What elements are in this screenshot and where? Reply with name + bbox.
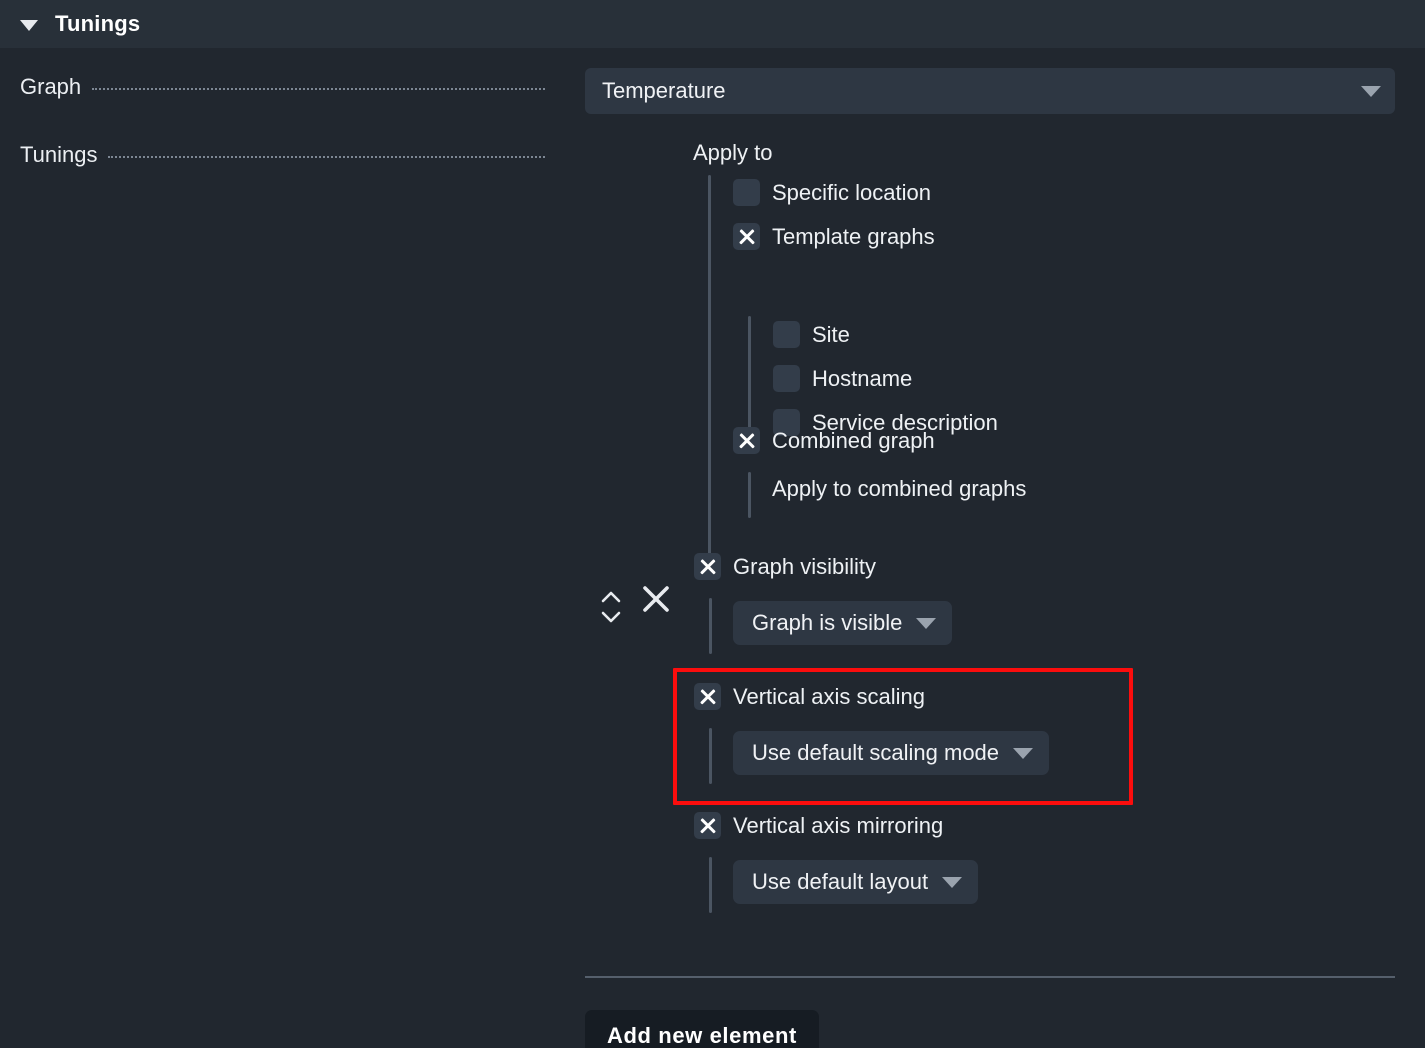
checkbox-row-specific-location[interactable]: Specific location (733, 179, 931, 206)
checkbox-label-hostname: Hostname (812, 366, 912, 392)
checkbox-row-graph-visibility[interactable]: Graph visibility (694, 553, 876, 580)
tree-guide-vertical-axis-mirroring (709, 857, 712, 913)
checkbox-label-template-graphs: Template graphs (772, 224, 935, 250)
checkbox-template-graphs[interactable] (733, 223, 760, 250)
chevron-down-icon[interactable] (1361, 86, 1381, 97)
checkbox-label-vertical-axis-mirroring: Vertical axis mirroring (733, 813, 943, 839)
checkbox-label-graph-visibility: Graph visibility (733, 554, 876, 580)
add-new-element-button[interactable]: Add new element (585, 1010, 819, 1048)
tree-guide-outer (708, 175, 711, 565)
footer-divider (585, 976, 1395, 978)
checkbox-vertical-axis-scaling[interactable] (694, 683, 721, 710)
chevron-down-icon[interactable] (916, 618, 936, 629)
form-label-tunings-text: Tunings (20, 142, 97, 168)
tunings-panel: Tunings Graph Tunings Temperature Apply … (0, 0, 1425, 1048)
dotted-leader (108, 156, 545, 158)
checkbox-row-vertical-axis-mirroring[interactable]: Vertical axis mirroring (694, 812, 943, 839)
checkbox-row-hostname[interactable]: Hostname (773, 365, 912, 392)
checkbox-row-template-graphs[interactable]: Template graphs (733, 223, 935, 250)
form-label-tunings: Tunings (20, 142, 545, 168)
chevron-down-icon[interactable] (1013, 748, 1033, 759)
checkbox-graph-visibility[interactable] (694, 553, 721, 580)
dropdown-value-vertical-axis-mirroring: Use default layout (752, 869, 928, 895)
chevron-down-icon[interactable] (942, 877, 962, 888)
tree-guide-template (748, 316, 751, 438)
panel-titlebar[interactable]: Tunings (0, 0, 1425, 48)
checkbox-label-vertical-axis-scaling: Vertical axis scaling (733, 684, 925, 710)
checkbox-label-combined-graph: Combined graph (772, 428, 935, 454)
checkbox-combined-graph[interactable] (733, 427, 760, 454)
label-apply-to-combined-graphs: Apply to combined graphs (772, 476, 1026, 502)
graph-select-value: Temperature (602, 78, 1361, 104)
close-x-icon[interactable] (641, 584, 671, 614)
checkbox-row-site[interactable]: Site (773, 321, 850, 348)
dropdown-value-vertical-axis-scaling: Use default scaling mode (752, 740, 999, 766)
form-body: Graph Tunings Temperature Apply to Speci… (0, 48, 1425, 1048)
tree-guide-combined (748, 472, 751, 518)
panel-title: Tunings (55, 11, 140, 37)
dropdown-graph-visibility[interactable]: Graph is visible (733, 601, 952, 645)
dropdown-vertical-axis-scaling[interactable]: Use default scaling mode (733, 731, 1049, 775)
dropdown-value-graph-visibility: Graph is visible (752, 610, 902, 636)
dropdown-vertical-axis-mirroring[interactable]: Use default layout (733, 860, 978, 904)
tree-guide-vertical-axis-scaling (709, 728, 712, 784)
checkbox-hostname[interactable] (773, 365, 800, 392)
checkbox-site[interactable] (773, 321, 800, 348)
checkbox-row-vertical-axis-scaling[interactable]: Vertical axis scaling (694, 683, 925, 710)
dotted-leader (92, 88, 545, 90)
checkbox-label-specific-location: Specific location (772, 180, 931, 206)
sort-updown-icon[interactable] (600, 588, 622, 626)
checkbox-vertical-axis-mirroring[interactable] (694, 812, 721, 839)
checkbox-specific-location[interactable] (733, 179, 760, 206)
tree-guide-graph-visibility (709, 598, 712, 654)
graph-select[interactable]: Temperature (585, 68, 1395, 114)
apply-to-heading: Apply to (693, 140, 773, 166)
checkbox-label-site: Site (812, 322, 850, 348)
checkbox-row-combined-graph[interactable]: Combined graph (733, 427, 935, 454)
caret-down-icon[interactable] (20, 20, 38, 31)
form-label-graph: Graph (20, 74, 545, 100)
form-label-graph-text: Graph (20, 74, 81, 100)
